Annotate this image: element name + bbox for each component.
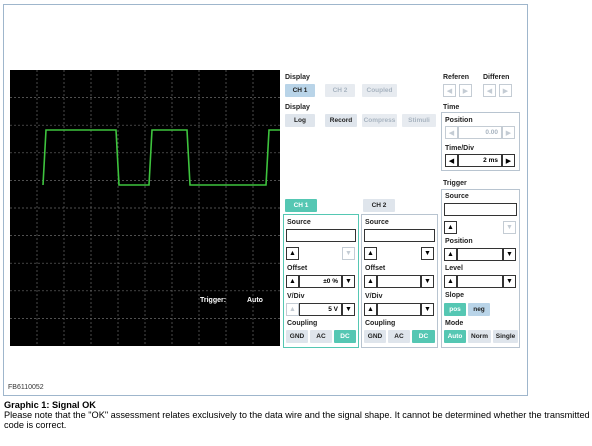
slope-pos-button[interactable]: pos bbox=[444, 303, 466, 316]
scope-grid bbox=[10, 70, 280, 346]
ch2-vdiv-field[interactable] bbox=[377, 303, 421, 316]
timediv-field[interactable]: 2 ms bbox=[458, 154, 502, 167]
oscilloscope-screen: Trigger: Auto bbox=[10, 70, 280, 346]
time-position-left-icon[interactable]: ◀ bbox=[445, 126, 458, 139]
time-position-field[interactable]: 0.00 bbox=[458, 126, 502, 139]
ch2-source-up-icon[interactable]: ▲ bbox=[364, 247, 377, 260]
ch1-offset-up-icon[interactable]: ▲ bbox=[286, 275, 299, 288]
ch2-offset-field[interactable] bbox=[377, 275, 421, 288]
record-button[interactable]: Record bbox=[325, 114, 357, 127]
trigger-slope-label: Slope bbox=[445, 292, 465, 299]
trigger-level-label: Level bbox=[445, 265, 463, 272]
compress-button[interactable]: Compress bbox=[362, 114, 397, 127]
ch2-coupling-label: Coupling bbox=[365, 320, 396, 327]
ch1-source-up-icon[interactable]: ▲ bbox=[286, 247, 299, 260]
trigger-position-field[interactable] bbox=[457, 248, 503, 261]
ch1-vdiv-down-icon[interactable]: ▼ bbox=[342, 303, 355, 316]
display-ch2-button[interactable]: CH 2 bbox=[325, 84, 355, 97]
mode-norm-button[interactable]: Norm bbox=[468, 330, 491, 343]
log-button[interactable]: Log bbox=[285, 114, 315, 127]
ch2-offset-label: Offset bbox=[365, 265, 386, 272]
trigger-level-up-icon[interactable]: ▲ bbox=[444, 275, 457, 288]
ch2-dc-button[interactable]: DC bbox=[412, 330, 435, 343]
trigger-label: Trigger bbox=[443, 180, 467, 187]
trigger-position-down-icon[interactable]: ▼ bbox=[503, 248, 516, 261]
ch1-offset-down-icon[interactable]: ▼ bbox=[342, 275, 355, 288]
ch2-gnd-button[interactable]: GND bbox=[364, 330, 386, 343]
trigger-source-label: Source bbox=[445, 193, 469, 200]
ch2-source-label: Source bbox=[365, 219, 389, 226]
caption: Graphic 1: Signal OK Please note that th… bbox=[4, 400, 590, 431]
reference-left-icon[interactable]: ◀ bbox=[443, 84, 456, 97]
ch2-offset-up-icon[interactable]: ▲ bbox=[364, 275, 377, 288]
ch1-dc-button[interactable]: DC bbox=[334, 330, 356, 343]
stimuli-button[interactable]: Stimuli bbox=[402, 114, 436, 127]
trigger-readout-label: Trigger: bbox=[200, 297, 227, 304]
ch1-ac-button[interactable]: AC bbox=[310, 330, 332, 343]
ch2-ac-button[interactable]: AC bbox=[388, 330, 410, 343]
ch1-source-label: Source bbox=[287, 219, 311, 226]
timediv-right-icon[interactable]: ▶ bbox=[502, 154, 515, 167]
ch1-source-down-icon[interactable]: ▼ bbox=[342, 247, 355, 260]
reference-label: Referen bbox=[443, 74, 470, 81]
ch1-vdiv-up-icon[interactable]: ▲ bbox=[286, 303, 299, 316]
ch1-vdiv-label: V/Div bbox=[287, 293, 305, 300]
difference-right-icon[interactable]: ▶ bbox=[499, 84, 512, 97]
ch2-source-down-icon[interactable]: ▼ bbox=[421, 247, 434, 260]
trigger-source-up-icon[interactable]: ▲ bbox=[444, 221, 457, 234]
time-label: Time bbox=[443, 104, 460, 111]
ch2-offset-down-icon[interactable]: ▼ bbox=[421, 275, 434, 288]
mode-single-button[interactable]: Single bbox=[493, 330, 518, 343]
ch1-vdiv-field[interactable]: 5 V bbox=[299, 303, 342, 316]
ch1-offset-field[interactable]: ±0 % bbox=[299, 275, 342, 288]
ch2-vdiv-up-icon[interactable]: ▲ bbox=[364, 303, 377, 316]
difference-left-icon[interactable]: ◀ bbox=[483, 84, 496, 97]
time-position-label: Position bbox=[445, 117, 473, 124]
caption-text: Please note that the "OK" assessment rel… bbox=[4, 410, 590, 431]
time-position-right-icon[interactable]: ▶ bbox=[502, 126, 515, 139]
signal-trace bbox=[42, 129, 280, 186]
timediv-label: Time/Div bbox=[445, 145, 475, 152]
ch2-source-field[interactable] bbox=[364, 229, 435, 242]
timediv-left-icon[interactable]: ◀ bbox=[445, 154, 458, 167]
ch2-tab[interactable]: CH 2 bbox=[363, 199, 395, 212]
ch1-coupling-label: Coupling bbox=[287, 320, 318, 327]
ch2-vdiv-down-icon[interactable]: ▼ bbox=[421, 303, 434, 316]
display-label: Display bbox=[285, 74, 310, 81]
mode-auto-button[interactable]: Auto bbox=[444, 330, 466, 343]
reference-right-icon[interactable]: ▶ bbox=[459, 84, 472, 97]
trigger-level-field[interactable] bbox=[457, 275, 503, 288]
ch1-gnd-button[interactable]: GND bbox=[286, 330, 308, 343]
display-coupled-button[interactable]: Coupled bbox=[362, 84, 397, 97]
trigger-level-down-icon[interactable]: ▼ bbox=[503, 275, 516, 288]
trigger-mode-label: Mode bbox=[445, 320, 464, 327]
caption-title: Graphic 1: Signal OK bbox=[4, 400, 96, 410]
figure-id: FB6110052 bbox=[8, 384, 44, 391]
display-mode-label: Display bbox=[285, 104, 310, 111]
trigger-position-label: Position bbox=[445, 238, 473, 245]
trigger-source-down-icon[interactable]: ▼ bbox=[503, 221, 516, 234]
trigger-position-up-icon[interactable]: ▲ bbox=[444, 248, 457, 261]
slope-neg-button[interactable]: neg bbox=[468, 303, 490, 316]
ch2-vdiv-label: V/Div bbox=[365, 293, 383, 300]
ch1-tab[interactable]: CH 1 bbox=[285, 199, 317, 212]
difference-label: Differen bbox=[483, 74, 510, 81]
trigger-readout-value: Auto bbox=[247, 297, 263, 304]
ch1-offset-label: Offset bbox=[287, 265, 308, 272]
display-ch1-button[interactable]: CH 1 bbox=[285, 84, 315, 97]
trigger-source-field[interactable] bbox=[444, 203, 517, 216]
ch1-source-field[interactable] bbox=[286, 229, 356, 242]
